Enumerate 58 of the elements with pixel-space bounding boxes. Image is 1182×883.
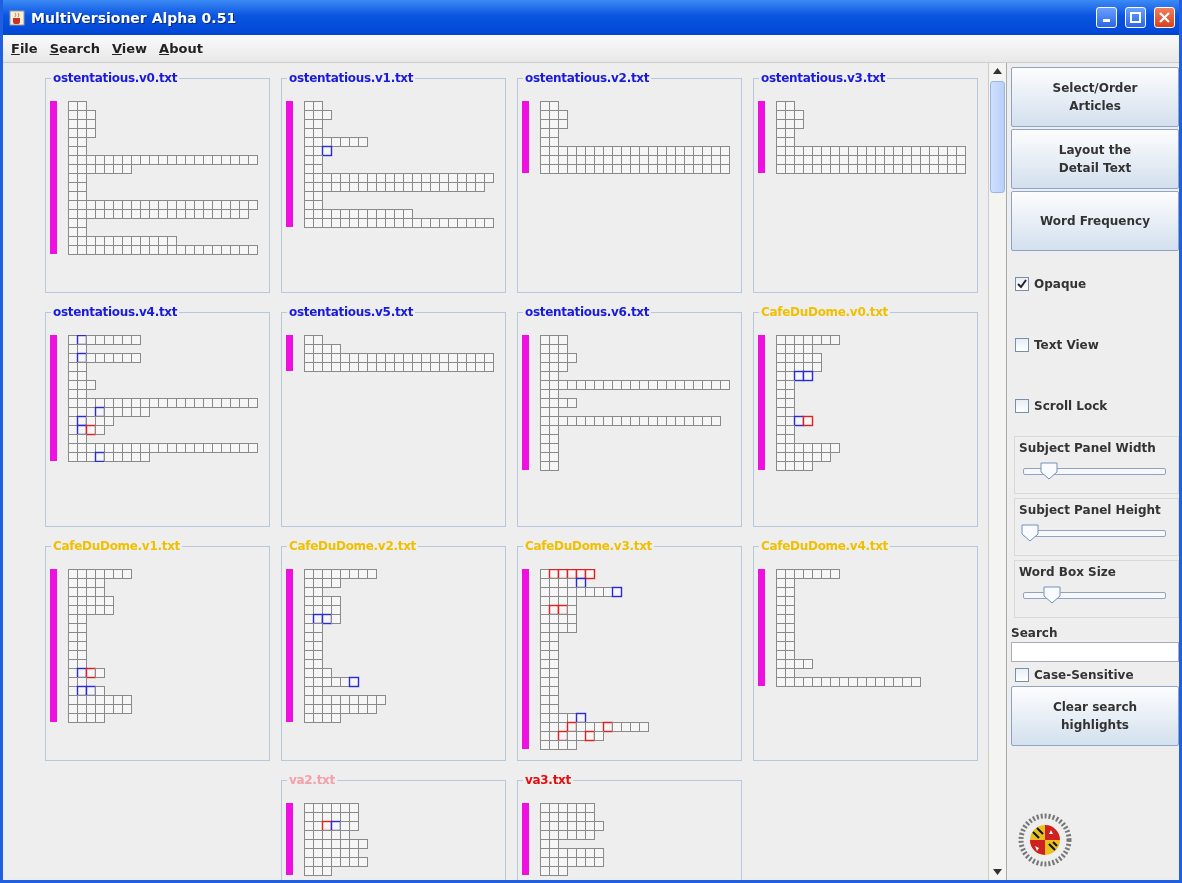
coffee-cup-icon [9, 9, 25, 26]
action-button[interactable]: Select/Order Articles [1011, 67, 1179, 127]
minimize-icon [1103, 19, 1110, 22]
panel-title: ostentatious.v1.txt [288, 71, 415, 85]
maximize-icon [1130, 12, 1141, 23]
checkbox[interactable]: Scroll Lock [1011, 375, 1179, 436]
close-icon [1159, 12, 1170, 23]
checkbox[interactable]: Text View [1011, 314, 1179, 375]
panel-title: va3.txt [524, 773, 572, 787]
panel-title: ostentatious.v3.txt [760, 71, 887, 85]
panel-title: ostentatious.v2.txt [524, 71, 651, 85]
up-arrow-icon[interactable] [993, 68, 1002, 74]
scrollbar[interactable] [988, 63, 1006, 880]
slider[interactable] [1023, 586, 1166, 604]
slider-label: Subject Panel Width [1019, 441, 1158, 455]
document-panel[interactable]: ostentatious.v0.txt [45, 71, 270, 293]
checkbox[interactable]: Opaque [1011, 253, 1179, 314]
document-panel[interactable]: ostentatious.v4.txt [45, 305, 270, 527]
menu-item[interactable]: About [155, 39, 207, 58]
action-button[interactable]: Layout the Detail Text [1011, 129, 1179, 189]
document-panel[interactable]: ostentatious.v5.txt [281, 305, 506, 527]
document-panel[interactable]: ostentatious.v1.txt [281, 71, 506, 293]
slider-thumb[interactable] [1042, 586, 1061, 604]
document-panel[interactable]: ostentatious.v3.txt [753, 71, 978, 293]
scroll-thumb[interactable] [990, 81, 1005, 193]
search-field[interactable] [1011, 642, 1179, 662]
document-panel[interactable]: va3.txt [517, 773, 742, 880]
panel-title: CafeDuDome.v4.txt [760, 539, 890, 553]
panel-title: CafeDuDome.v1.txt [52, 539, 182, 553]
panel-title: ostentatious.v5.txt [288, 305, 415, 319]
slider[interactable] [1023, 462, 1166, 480]
slider-label: Word Box Size [1019, 565, 1118, 579]
slider-thumb[interactable] [1021, 524, 1040, 542]
menu-item[interactable]: View [107, 39, 152, 58]
slider-label: Subject Panel Height [1019, 503, 1163, 517]
panel-title: CafeDuDome.v2.txt [288, 539, 418, 553]
panel-title: ostentatious.v4.txt [52, 305, 179, 319]
down-arrow-icon[interactable] [993, 869, 1002, 875]
document-panel[interactable]: ostentatious.v6.txt [517, 305, 742, 527]
minimize-button[interactable] [1096, 7, 1117, 28]
menu-item[interactable]: Search [45, 39, 104, 58]
close-button[interactable] [1154, 7, 1175, 28]
clear-highlights-button[interactable]: Clear search highlights [1011, 686, 1179, 746]
maximize-button[interactable] [1125, 7, 1146, 28]
panel-title: va2.txt [288, 773, 336, 787]
search-label: Search [1011, 626, 1059, 640]
document-panel[interactable]: ostentatious.v2.txt [517, 71, 742, 293]
panel-title: CafeDuDome.v0.txt [760, 305, 890, 319]
slider-thumb[interactable] [1039, 462, 1058, 480]
slider[interactable] [1023, 524, 1166, 542]
menu-item[interactable]: File [7, 39, 42, 58]
checkmark-icon [1017, 278, 1027, 289]
panel-title: CafeDuDome.v3.txt [524, 539, 654, 553]
window-title: MultiVersioner Alpha 0.51 [31, 9, 238, 26]
panel-title: ostentatious.v6.txt [524, 305, 651, 319]
panel-title: ostentatious.v0.txt [52, 71, 179, 85]
checkbox[interactable]: Case-Sensitive [1011, 664, 1179, 686]
action-button[interactable]: Word Frequency [1011, 191, 1179, 251]
